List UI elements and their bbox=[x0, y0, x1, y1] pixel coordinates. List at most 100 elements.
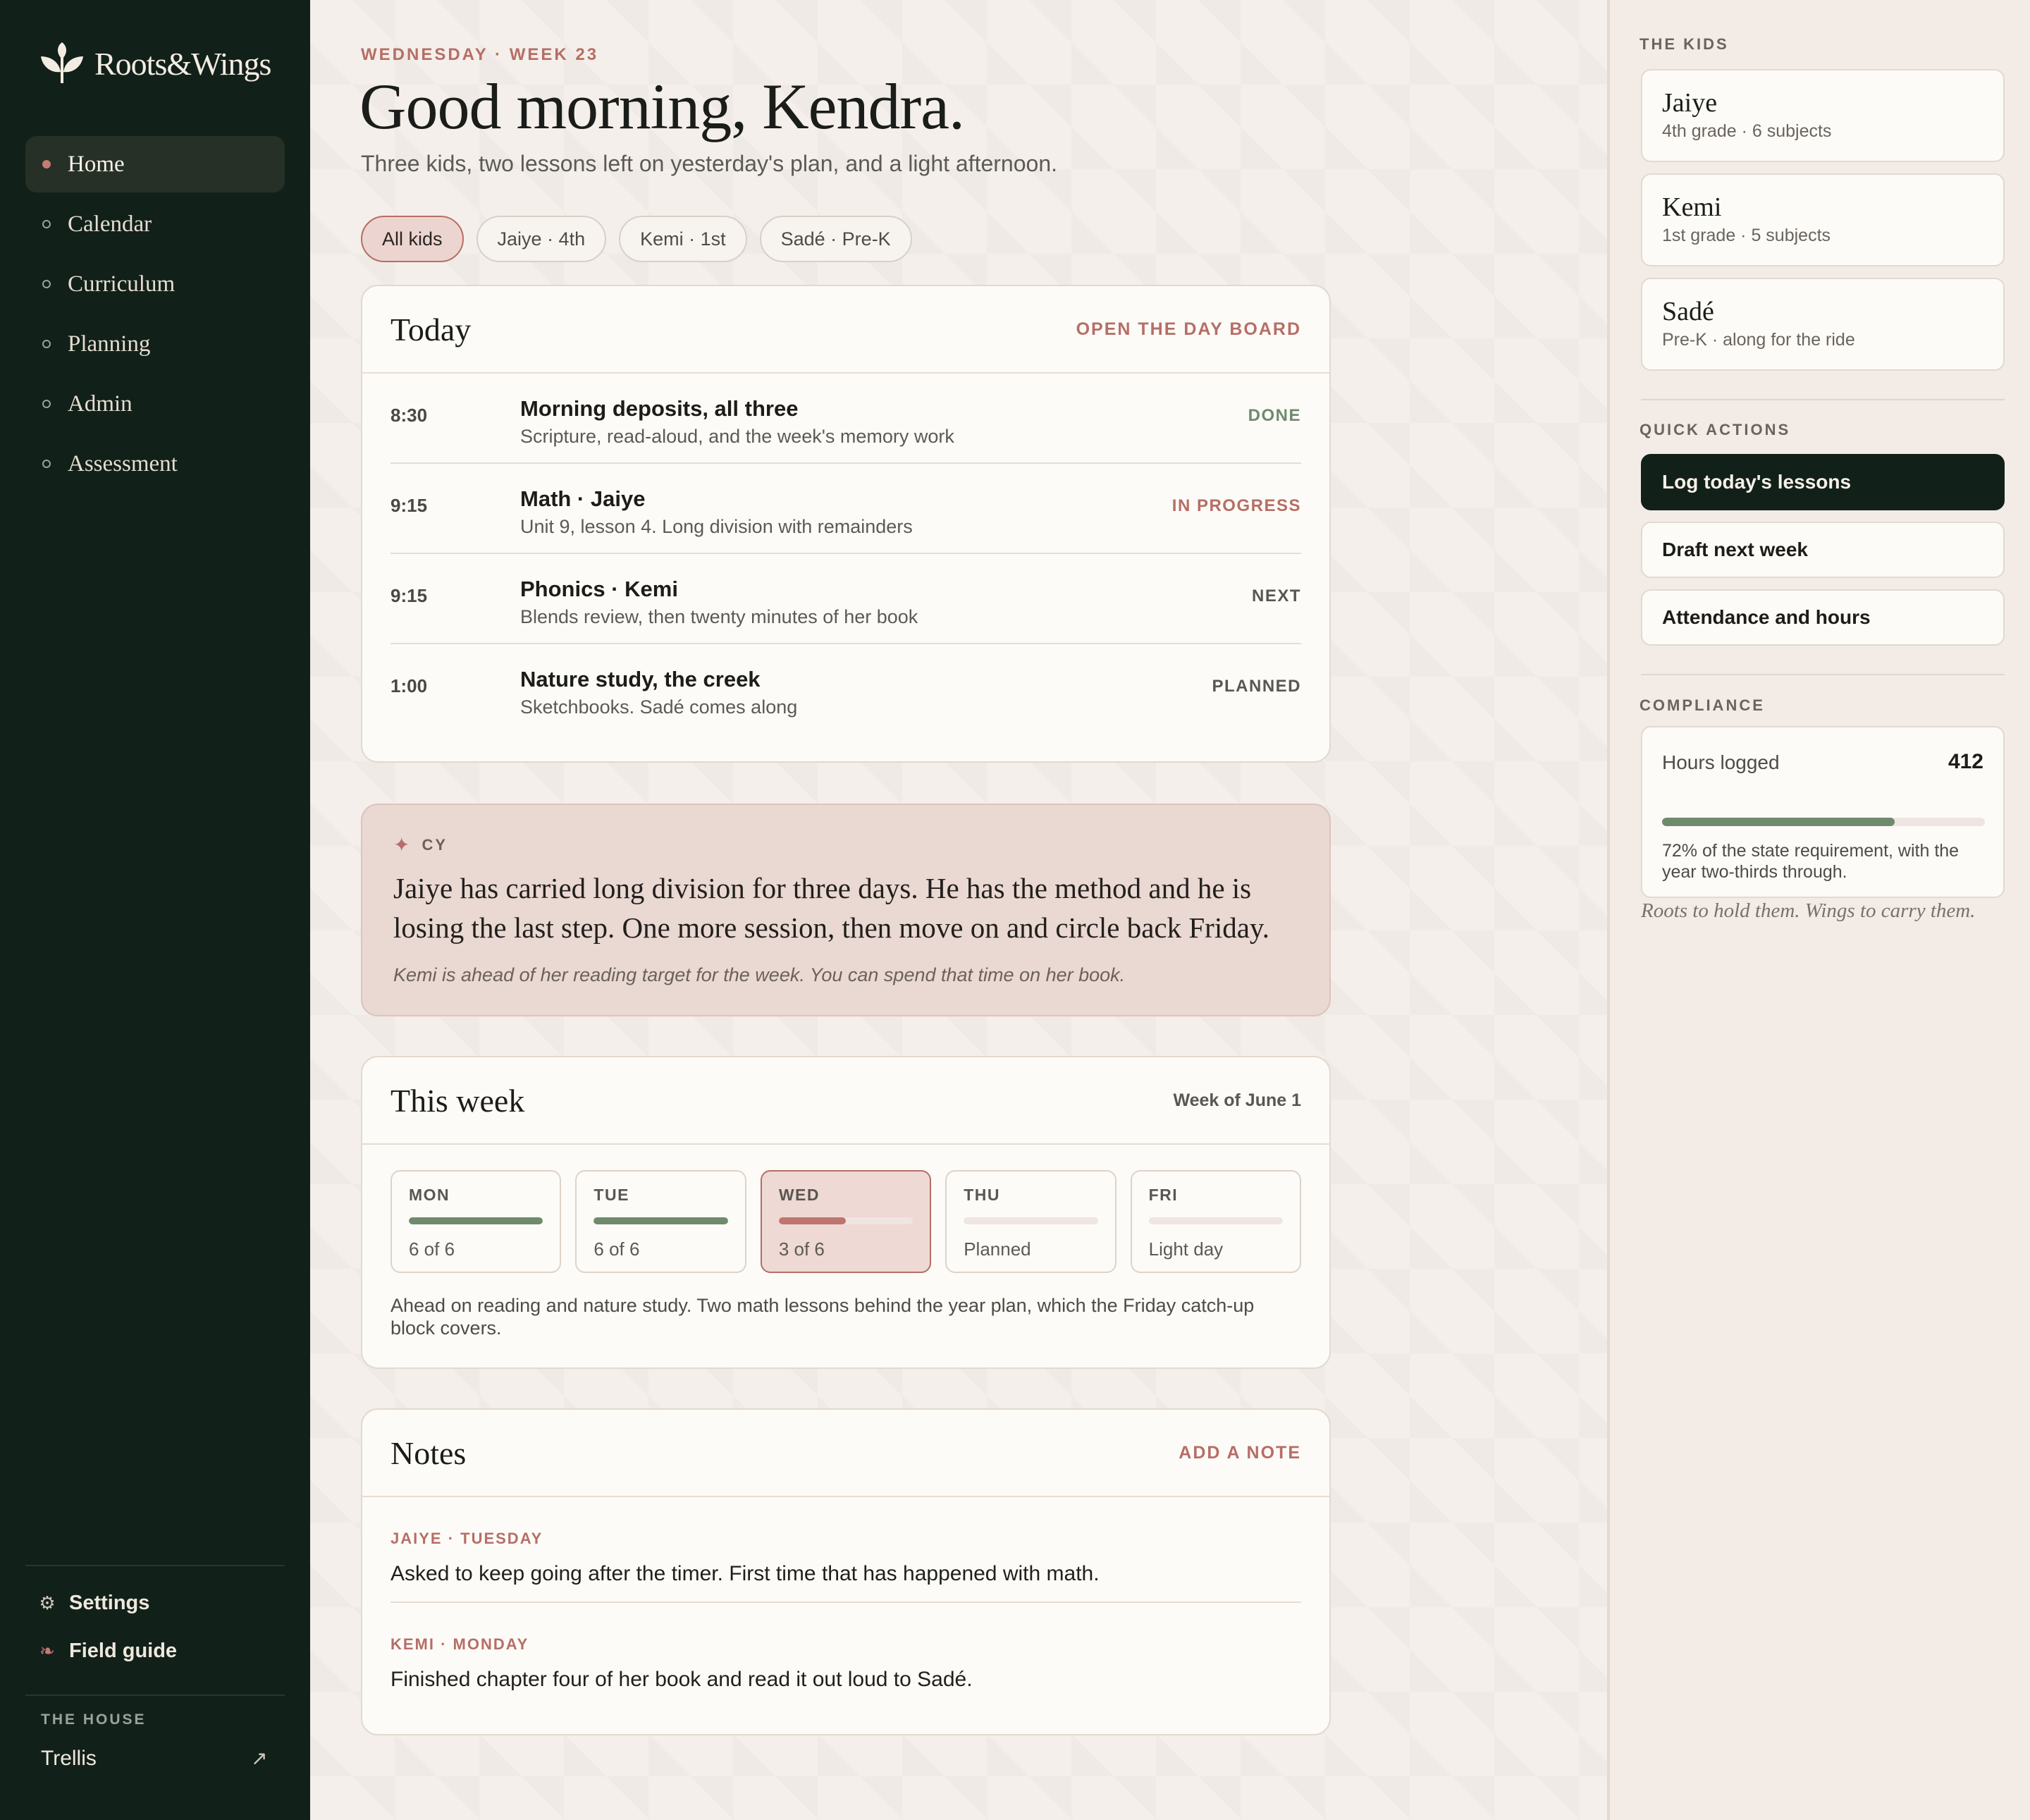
nav-item-assessment[interactable]: Assessment bbox=[25, 436, 285, 492]
external-arrow-icon[interactable]: ↗ bbox=[251, 1747, 267, 1770]
filter-chip-sade[interactable]: Sadé · Pre-K bbox=[759, 216, 912, 262]
day-progress-fill bbox=[778, 1217, 847, 1224]
schedule-subtitle: Blends review, then twenty minutes of he… bbox=[520, 606, 918, 627]
notes-title: Notes bbox=[390, 1434, 467, 1471]
note-tag: JAIYE · TUESDAY bbox=[390, 1530, 543, 1547]
week-range: Week of June 1 bbox=[1173, 1090, 1301, 1110]
logo[interactable]: Roots&Wings bbox=[38, 41, 271, 86]
status-badge: DONE bbox=[1248, 406, 1301, 425]
app-name: Roots&Wings bbox=[94, 45, 271, 82]
status-badge: NEXT bbox=[1251, 586, 1301, 605]
note-item[interactable]: KEMI · MONDAY Finished chapter four of h… bbox=[390, 1603, 1301, 1709]
sparkle-icon: ✦ bbox=[393, 834, 412, 856]
hours-progress-track bbox=[1662, 818, 1985, 826]
insight-note: Kemi is ahead of her reading target for … bbox=[393, 964, 1126, 985]
today-header: Today OPEN THE DAY BOARD bbox=[362, 286, 1329, 374]
nav-label: Calendar bbox=[68, 211, 152, 237]
nav-item-admin[interactable]: Admin bbox=[25, 376, 285, 432]
day-name: TUE bbox=[593, 1186, 629, 1204]
day-progress-fill bbox=[593, 1217, 728, 1224]
day-card-mon[interactable]: MON 6 of 6 bbox=[390, 1170, 562, 1273]
today-title: Today bbox=[390, 311, 472, 348]
day-progress-fill bbox=[409, 1217, 543, 1224]
open-day-board-link[interactable]: OPEN THE DAY BOARD bbox=[1076, 319, 1301, 340]
schedule-row[interactable]: 1:00 Nature study, the creek Sketchbooks… bbox=[390, 644, 1301, 734]
sidebar-divider bbox=[25, 1565, 285, 1566]
day-status: 6 of 6 bbox=[409, 1238, 455, 1260]
status-badge: PLANNED bbox=[1212, 677, 1301, 696]
day-card-wed[interactable]: WED 3 of 6 bbox=[760, 1170, 932, 1273]
hours-note: 72% of the state requirement, with the y… bbox=[1662, 841, 1960, 882]
compliance-card[interactable]: Hours logged 412 72% of the state requir… bbox=[1641, 726, 2005, 898]
schedule-row[interactable]: 8:30 Morning deposits, all three Scriptu… bbox=[390, 374, 1301, 464]
schedule-list: 8:30 Morning deposits, all three Scriptu… bbox=[362, 374, 1329, 734]
kid-card-jaiye[interactable]: Jaiye 4th grade · 6 subjects bbox=[1641, 69, 2005, 162]
insight-tag: ✦ CY bbox=[393, 833, 448, 856]
schedule-title: Math · Jaiye bbox=[520, 486, 646, 511]
day-status: 3 of 6 bbox=[778, 1238, 825, 1260]
kids-section-label: THE KIDS bbox=[1640, 35, 1729, 53]
schedule-row[interactable]: 9:15 Phonics · Kemi Blends review, then … bbox=[390, 554, 1301, 644]
schedule-subtitle: Scripture, read-aloud, and the week's me… bbox=[520, 426, 954, 447]
insight-text: Jaiye has carried long division for thre… bbox=[393, 872, 1269, 944]
sidebar-divider bbox=[25, 1695, 285, 1696]
notes-card: Notes ADD A NOTE JAIYE · TUESDAY Asked t… bbox=[361, 1408, 1331, 1735]
main-nav: Home Calendar Curriculum Planning Admin … bbox=[25, 136, 285, 496]
house-name[interactable]: Trellis bbox=[41, 1747, 97, 1771]
notes-list: JAIYE · TUESDAY Asked to keep going afte… bbox=[362, 1497, 1329, 1709]
kid-card-kemi[interactable]: Kemi 1st grade · 5 subjects bbox=[1641, 173, 2005, 266]
nav-dot-icon bbox=[42, 160, 51, 168]
note-item[interactable]: JAIYE · TUESDAY Asked to keep going afte… bbox=[390, 1497, 1301, 1603]
nav-dot-icon bbox=[42, 400, 51, 408]
filter-chip-jaiye[interactable]: Jaiye · 4th bbox=[476, 216, 607, 262]
day-card-tue[interactable]: TUE 6 of 6 bbox=[575, 1170, 746, 1273]
assistant-insight: ✦ CY Jaiye has carried long division for… bbox=[361, 804, 1331, 1016]
kid-details: 4th grade · 6 subjects bbox=[1662, 121, 1832, 141]
nav-item-planning[interactable]: Planning bbox=[25, 316, 285, 372]
field-guide-link[interactable]: ❧ Field guide bbox=[38, 1640, 177, 1663]
nav-dot-icon bbox=[42, 340, 51, 348]
kid-details: Pre-K · along for the ride bbox=[1662, 330, 1855, 350]
filter-chip-kemi[interactable]: Kemi · 1st bbox=[619, 216, 747, 262]
draft-next-week-button[interactable]: Draft next week bbox=[1641, 522, 2005, 578]
settings-label: Settings bbox=[69, 1592, 150, 1614]
hours-label: Hours logged bbox=[1662, 751, 1780, 773]
schedule-time: 9:15 bbox=[390, 495, 428, 516]
schedule-title: Phonics · Kemi bbox=[520, 577, 678, 601]
schedule-row[interactable]: 9:15 Math · Jaiye Unit 9, lesson 4. Long… bbox=[390, 464, 1301, 554]
compliance-label: COMPLIANCE bbox=[1640, 696, 1765, 714]
leaf-icon: ❧ bbox=[39, 1640, 55, 1661]
day-name: THU bbox=[964, 1186, 1000, 1204]
kid-card-sade[interactable]: Sadé Pre-K · along for the ride bbox=[1641, 278, 2005, 371]
day-progress-track bbox=[409, 1217, 543, 1224]
log-lessons-button[interactable]: Log today's lessons bbox=[1641, 454, 2005, 510]
schedule-time: 8:30 bbox=[390, 405, 428, 426]
add-note-link[interactable]: ADD A NOTE bbox=[1179, 1443, 1301, 1463]
nav-label: Curriculum bbox=[68, 271, 176, 297]
day-card-thu[interactable]: THU Planned bbox=[945, 1170, 1116, 1273]
schedule-title: Morning deposits, all three bbox=[520, 396, 799, 421]
nav-dot-icon bbox=[42, 280, 51, 288]
notes-header: Notes ADD A NOTE bbox=[362, 1410, 1329, 1497]
day-name: FRI bbox=[1148, 1186, 1179, 1204]
filter-chip-all[interactable]: All kids bbox=[361, 216, 464, 262]
nav-label: Planning bbox=[68, 331, 151, 357]
kid-filter: All kids Jaiye · 4th Kemi · 1st Sadé · P… bbox=[361, 216, 912, 262]
today-card: Today OPEN THE DAY BOARD 8:30 Morning de… bbox=[361, 285, 1331, 763]
nav-item-curriculum[interactable]: Curriculum bbox=[25, 256, 285, 312]
hours-value: 412 bbox=[1948, 750, 1983, 773]
status-badge: IN PROGRESS bbox=[1171, 496, 1301, 515]
note-text: Asked to keep going after the timer. Fir… bbox=[390, 1562, 1100, 1585]
attendance-hours-button[interactable]: Attendance and hours bbox=[1641, 589, 2005, 646]
settings-link[interactable]: ⚙ Settings bbox=[38, 1592, 149, 1615]
day-card-fri[interactable]: FRI Light day bbox=[1130, 1170, 1302, 1273]
nav-item-calendar[interactable]: Calendar bbox=[25, 196, 285, 252]
date-eyebrow: WEDNESDAY · WEEK 23 bbox=[361, 45, 599, 64]
section-divider bbox=[1641, 674, 2005, 675]
day-name: WED bbox=[778, 1186, 820, 1204]
day-status: Light day bbox=[1148, 1238, 1224, 1260]
motto: Roots to hold them. Wings to carry them. bbox=[1641, 899, 1976, 922]
week-title: This week bbox=[390, 1082, 525, 1119]
week-summary: Ahead on reading and nature study. Two m… bbox=[390, 1295, 1255, 1339]
nav-item-home[interactable]: Home bbox=[25, 136, 285, 192]
